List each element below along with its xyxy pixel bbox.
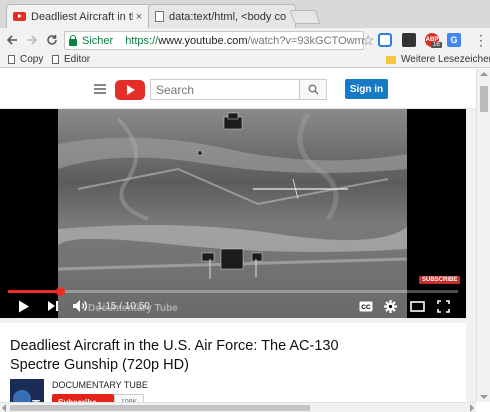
page-icon xyxy=(8,55,15,64)
guide-menu-icon[interactable] xyxy=(94,84,106,94)
settings-button[interactable] xyxy=(382,299,398,313)
channel-name[interactable]: DOCUMENTARY TUBE xyxy=(52,380,148,390)
thermal-footage-image xyxy=(58,109,407,318)
security-label: Sicher xyxy=(82,34,114,47)
translate-icon[interactable]: G xyxy=(447,33,461,47)
volume-button[interactable] xyxy=(71,299,89,313)
bookmark-copy[interactable]: Copy xyxy=(8,54,43,65)
fullscreen-button[interactable] xyxy=(434,299,452,313)
play-icon xyxy=(19,300,29,312)
theater-mode-button[interactable] xyxy=(408,299,426,313)
scroll-down-arrow-icon[interactable] xyxy=(480,395,488,399)
svg-text:CC: CC xyxy=(361,304,371,311)
fullscreen-icon xyxy=(436,299,450,313)
play-button[interactable] xyxy=(16,299,32,313)
bookmark-label: Copy xyxy=(20,54,44,65)
address-bar[interactable]: Sicher https:// www.youtube.com /watch?v… xyxy=(64,31,364,50)
url-scheme: https:// xyxy=(125,34,159,47)
next-icon xyxy=(48,301,58,311)
folder-icon xyxy=(386,55,396,64)
bookmark-label: Editor xyxy=(64,54,91,65)
document-favicon-icon xyxy=(155,11,164,22)
horizontal-scrollbar[interactable] xyxy=(0,402,476,412)
vertical-scrollbar[interactable] xyxy=(476,69,490,402)
vertical-scroll-thumb[interactable] xyxy=(480,86,488,112)
search-button[interactable] xyxy=(299,79,327,100)
gear-icon xyxy=(383,299,397,313)
tab-close-icon[interactable]: × xyxy=(133,11,145,23)
theater-mode-icon xyxy=(409,300,425,312)
subscribe-watermark-badge[interactable]: SUBSCRIBE xyxy=(419,276,461,284)
horizontal-scroll-thumb[interactable] xyxy=(10,405,310,411)
player-controls: 1:15 / 10:50 CC xyxy=(0,295,466,318)
search-input[interactable] xyxy=(150,79,300,100)
captions-icon: CC xyxy=(359,301,373,311)
other-bookmarks-label: Weitere Lesezeichen xyxy=(401,54,490,65)
arrow-left-icon xyxy=(6,35,17,45)
reload-icon xyxy=(47,35,57,45)
adblock-count-badge: 16 xyxy=(431,42,442,48)
bookmark-star-icon[interactable]: ☆ xyxy=(362,32,375,49)
tab-title: data:text/html, <body co xyxy=(169,10,287,23)
url-host: www.youtube.com xyxy=(158,34,248,47)
other-bookmarks[interactable]: Weitere Lesezeichen xyxy=(386,54,490,65)
new-tab-button[interactable] xyxy=(289,10,321,24)
progress-bar[interactable] xyxy=(8,287,458,296)
scroll-left-arrow-icon[interactable] xyxy=(2,404,6,412)
forward-button[interactable] xyxy=(22,30,42,50)
captions-button[interactable]: CC xyxy=(358,299,374,313)
arrow-right-icon xyxy=(27,35,38,45)
video-frame[interactable] xyxy=(58,109,407,318)
lock-icon xyxy=(69,34,77,46)
youtube-logo[interactable] xyxy=(115,80,145,100)
url-path: /watch?v=93kGCTOwm xyxy=(247,34,364,47)
video-player[interactable]: SUBSCRIBE Documentary Tube 1:15 / 10:50 … xyxy=(0,109,466,318)
bookmark-editor[interactable]: Editor xyxy=(52,54,90,65)
page-viewport: Sign in xyxy=(0,69,476,412)
browser-menu-icon[interactable]: ⋮ xyxy=(474,32,488,49)
next-button[interactable] xyxy=(45,299,61,313)
time-display: 1:15 / 10:50 xyxy=(97,301,150,312)
sign-in-button[interactable]: Sign in xyxy=(345,79,388,99)
scroll-right-arrow-icon[interactable] xyxy=(470,404,474,412)
youtube-masthead: Sign in xyxy=(0,69,476,109)
bookmarks-bar: Copy Editor Weitere Lesezeichen xyxy=(0,52,490,68)
back-button[interactable] xyxy=(2,30,22,50)
page-icon xyxy=(52,55,59,64)
extension-icon-1[interactable] xyxy=(378,33,392,47)
video-title: Deadliest Aircraft in the U.S. Air Force… xyxy=(10,338,339,373)
youtube-favicon-icon xyxy=(13,12,26,21)
extension-icon-2[interactable] xyxy=(402,33,416,47)
volume-icon xyxy=(73,300,87,312)
video-info: Deadliest Aircraft in the U.S. Air Force… xyxy=(0,323,466,412)
browser-toolbar: Sicher https:// www.youtube.com /watch?v… xyxy=(0,28,490,52)
search-icon xyxy=(308,84,319,95)
tab-data-url[interactable]: data:text/html, <body co xyxy=(148,4,296,28)
progress-played xyxy=(8,290,60,293)
tab-title: Deadliest Aircraft in the U xyxy=(31,10,133,23)
scroll-up-arrow-icon[interactable] xyxy=(480,72,488,76)
tab-youtube-video[interactable]: Deadliest Aircraft in the U × xyxy=(6,4,152,28)
reload-button[interactable] xyxy=(42,30,62,50)
adblock-count: 16 xyxy=(433,42,440,48)
tab-strip: Deadliest Aircraft in the U × data:text/… xyxy=(0,0,490,28)
